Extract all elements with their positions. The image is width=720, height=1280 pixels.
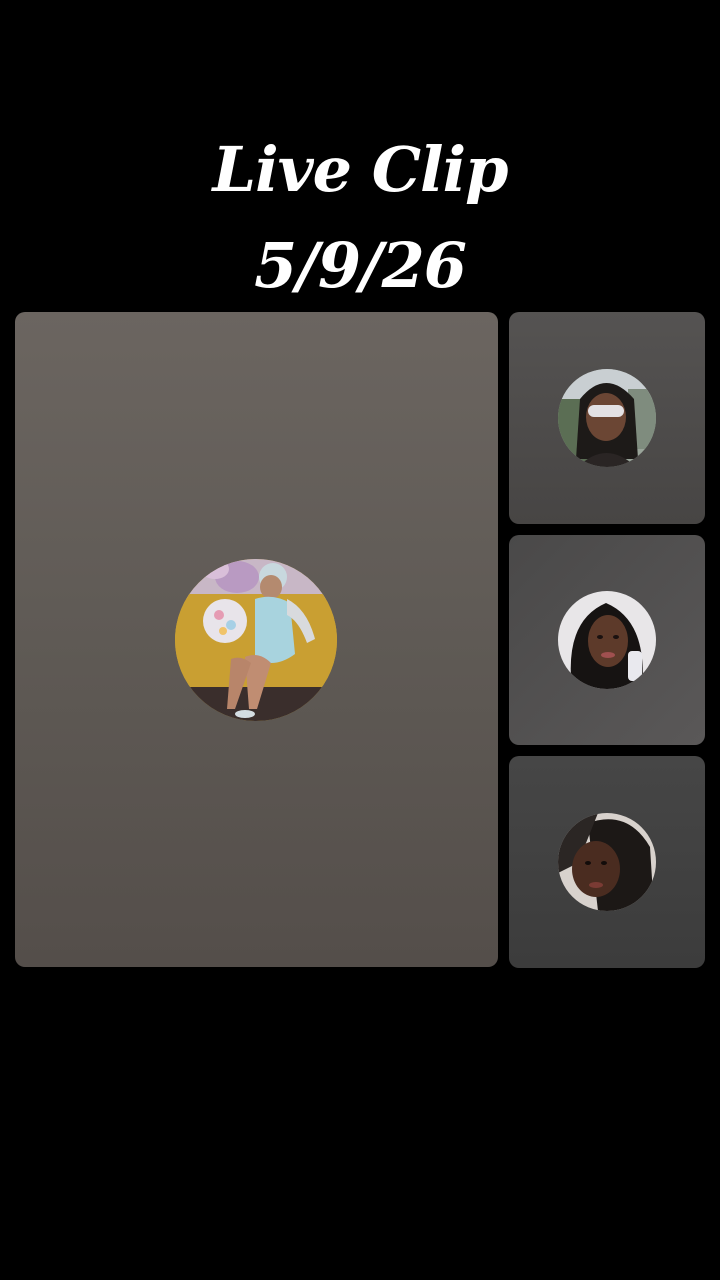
clip-title: Live Clip 5/9/26 <box>0 122 720 314</box>
clip-date: 5/9/26 <box>254 229 467 302</box>
host-video-tile[interactable] <box>15 312 498 967</box>
guest-2-avatar-image <box>558 591 656 689</box>
live-clip-screen: Live Clip 5/9/26 <box>0 0 720 1280</box>
guest-video-tile-1[interactable] <box>509 312 705 524</box>
guest-3-avatar-image <box>558 813 656 911</box>
guest-video-tile-3[interactable] <box>509 756 705 968</box>
guest-1-avatar[interactable] <box>558 369 656 467</box>
guest-video-tile-2[interactable] <box>509 535 705 745</box>
host-avatar[interactable] <box>175 559 337 721</box>
clip-title-line-1: Live Clip <box>212 133 508 206</box>
guest-1-avatar-image <box>558 369 656 467</box>
guest-3-avatar[interactable] <box>558 813 656 911</box>
host-avatar-image <box>175 559 337 721</box>
guest-2-avatar[interactable] <box>558 591 656 689</box>
